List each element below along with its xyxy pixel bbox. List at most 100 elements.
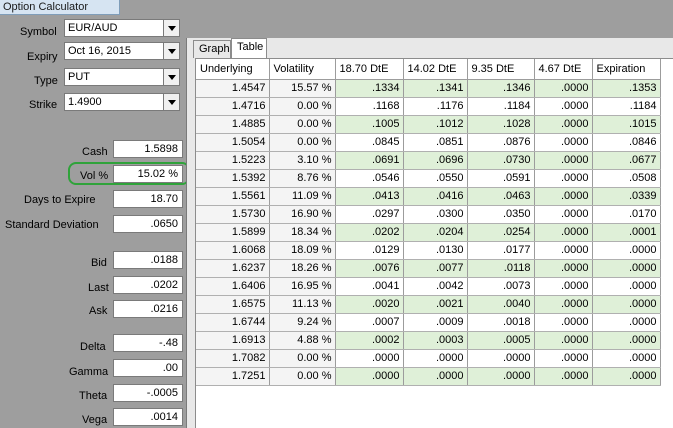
expiry-select[interactable]: Oct 16, 2015	[64, 42, 180, 60]
tab-graph[interactable]: Graph	[193, 40, 231, 58]
table-row[interactable]: 1.4716 0.00 % .1168.1176.1184.0000.1184	[196, 97, 661, 116]
table-cell: .0000	[534, 277, 593, 296]
table-row[interactable]: 1.4885 0.00 % .1005.1012.1028.0000.1015	[196, 115, 661, 134]
table-cell: .0042	[403, 277, 468, 296]
table-cell: .0202	[335, 223, 404, 242]
table-cell: .0000	[534, 187, 593, 206]
cash-label: Cash	[82, 146, 108, 158]
table-cell: .0000	[592, 277, 661, 296]
table-cell: .0073	[467, 277, 535, 296]
table-row[interactable]: 1.5392 8.76 % .0546.0550.0591.0000.0508	[196, 169, 661, 188]
tab-table[interactable]: Table	[231, 38, 267, 58]
chevron-down-icon	[168, 26, 176, 31]
table-cell: 1.5899	[196, 223, 270, 242]
table-cell: .0204	[403, 223, 468, 242]
table-cell: 0.00 %	[269, 349, 336, 368]
column-header[interactable]: Underlying	[196, 59, 270, 80]
table-cell: .0000	[467, 349, 535, 368]
symbol-select[interactable]: EUR/AUD	[64, 19, 180, 37]
table-cell: 0.00 %	[269, 97, 336, 116]
column-header[interactable]: 18.70 DtE	[335, 59, 404, 80]
table-header-row: Underlying Volatility 18.70 DtE 14.02 Dt…	[196, 59, 661, 80]
days-to-expire-field[interactable]: 18.70	[113, 190, 183, 208]
table-cell: 18.26 %	[269, 259, 336, 278]
table-cell: .0130	[403, 241, 468, 260]
table-cell: .0000	[534, 349, 593, 368]
table-row[interactable]: 1.5561 11.09 % .0413.0416.0463.0000.0339	[196, 187, 661, 206]
table-cell: 0.00 %	[269, 133, 336, 152]
table-cell: 1.6406	[196, 277, 270, 296]
table-row[interactable]: 1.6575 11.13 % .0020.0021.0040.0000.0000	[196, 295, 661, 314]
table-row[interactable]: 1.6237 18.26 % .0076.0077.0118.0000.0000	[196, 259, 661, 278]
table-cell: .0696	[403, 151, 468, 170]
table-cell: 1.4716	[196, 97, 270, 116]
table-row[interactable]: 1.6913 4.88 % .0002.0003.0005.0000.0000	[196, 331, 661, 350]
table-cell: .0000	[592, 367, 661, 386]
table-cell: 1.5392	[196, 169, 270, 188]
chevron-down-icon	[168, 49, 176, 54]
table-row[interactable]: 1.5223 3.10 % .0691.0696.0730.0000.0677	[196, 151, 661, 170]
table-cell: .1176	[403, 97, 468, 116]
vega-field[interactable]: .0014	[113, 408, 183, 426]
table-cell: .0000	[534, 79, 593, 98]
table-cell: .0007	[335, 313, 404, 332]
table-cell: .0000	[534, 295, 593, 314]
expiry-dropdown-button[interactable]	[163, 43, 179, 59]
table-cell: .0591	[467, 169, 535, 188]
gamma-label: Gamma	[69, 366, 109, 378]
table-row[interactable]: 1.6744 9.24 % .0007.0009.0018.0000.0000	[196, 313, 661, 332]
table-row[interactable]: 1.7251 0.00 % .0000.0000.0000.0000.0000	[196, 367, 661, 386]
strike-select[interactable]: 1.4900	[64, 93, 180, 111]
table-cell: .0339	[592, 187, 661, 206]
table-row[interactable]: 1.6068 18.09 % .0129.0130.0177.0000.0000	[196, 241, 661, 260]
type-dropdown-button[interactable]	[163, 69, 179, 85]
table-cell: .0000	[534, 331, 593, 350]
ask-field[interactable]: .0216	[113, 300, 183, 318]
delta-field[interactable]: -.48	[113, 334, 183, 352]
table-cell: 1.6068	[196, 241, 270, 260]
table-cell: .0118	[467, 259, 535, 278]
table-cell: 18.09 %	[269, 241, 336, 260]
table-cell: .1184	[467, 97, 535, 116]
column-header[interactable]: 4.67 DtE	[534, 59, 593, 80]
type-value: PUT	[68, 71, 90, 83]
strike-value: 1.4900	[68, 96, 102, 108]
table-row[interactable]: 1.5054 0.00 % .0845.0851.0876.0000.0846	[196, 133, 661, 152]
table-cell: .0846	[592, 133, 661, 152]
table-cell: 9.24 %	[269, 313, 336, 332]
table-row[interactable]: 1.6406 16.95 % .0041.0042.0073.0000.0000	[196, 277, 661, 296]
last-field[interactable]: .0202	[113, 276, 183, 294]
std-dev-field[interactable]: .0650	[113, 215, 183, 233]
column-header[interactable]: 14.02 DtE	[403, 59, 468, 80]
strike-dropdown-button[interactable]	[163, 94, 179, 110]
table-row[interactable]: 1.5899 18.34 % .0202.0204.0254.0000.0001	[196, 223, 661, 242]
table-cell: 18.34 %	[269, 223, 336, 242]
table-cell: .0000	[592, 313, 661, 332]
table-cell: .0000	[534, 367, 593, 386]
table-row[interactable]: 1.7082 0.00 % .0000.0000.0000.0000.0000	[196, 349, 661, 368]
table-cell: .0000	[534, 151, 593, 170]
table-cell: .0000	[592, 331, 661, 350]
table-cell: .0000	[534, 133, 593, 152]
gamma-field[interactable]: .00	[113, 359, 183, 377]
table-cell: .1168	[335, 97, 404, 116]
table-cell: .1012	[403, 115, 468, 134]
vol-field[interactable]: 15.02 %	[113, 165, 183, 183]
column-header[interactable]: Expiration	[592, 59, 661, 80]
last-label: Last	[88, 282, 109, 294]
table-cell: .0021	[403, 295, 468, 314]
column-header[interactable]: 9.35 DtE	[467, 59, 535, 80]
bid-field[interactable]: .0188	[113, 251, 183, 269]
table-cell: .1005	[335, 115, 404, 134]
theta-field[interactable]: -.0005	[113, 384, 183, 402]
table-cell: .0177	[467, 241, 535, 260]
cash-field[interactable]: 1.5898	[113, 140, 183, 158]
table-row[interactable]: 1.5730 16.90 % .0297.0300.0350.0000.0170	[196, 205, 661, 224]
table-cell: .0003	[403, 331, 468, 350]
type-select[interactable]: PUT	[64, 68, 180, 86]
symbol-dropdown-button[interactable]	[163, 20, 179, 36]
table-cell: .0076	[335, 259, 404, 278]
column-header[interactable]: Volatility	[269, 59, 336, 80]
table-cell: .0550	[403, 169, 468, 188]
table-row[interactable]: 1.4547 15.57 % .1334.1341.1346.0000.1353	[196, 79, 661, 98]
